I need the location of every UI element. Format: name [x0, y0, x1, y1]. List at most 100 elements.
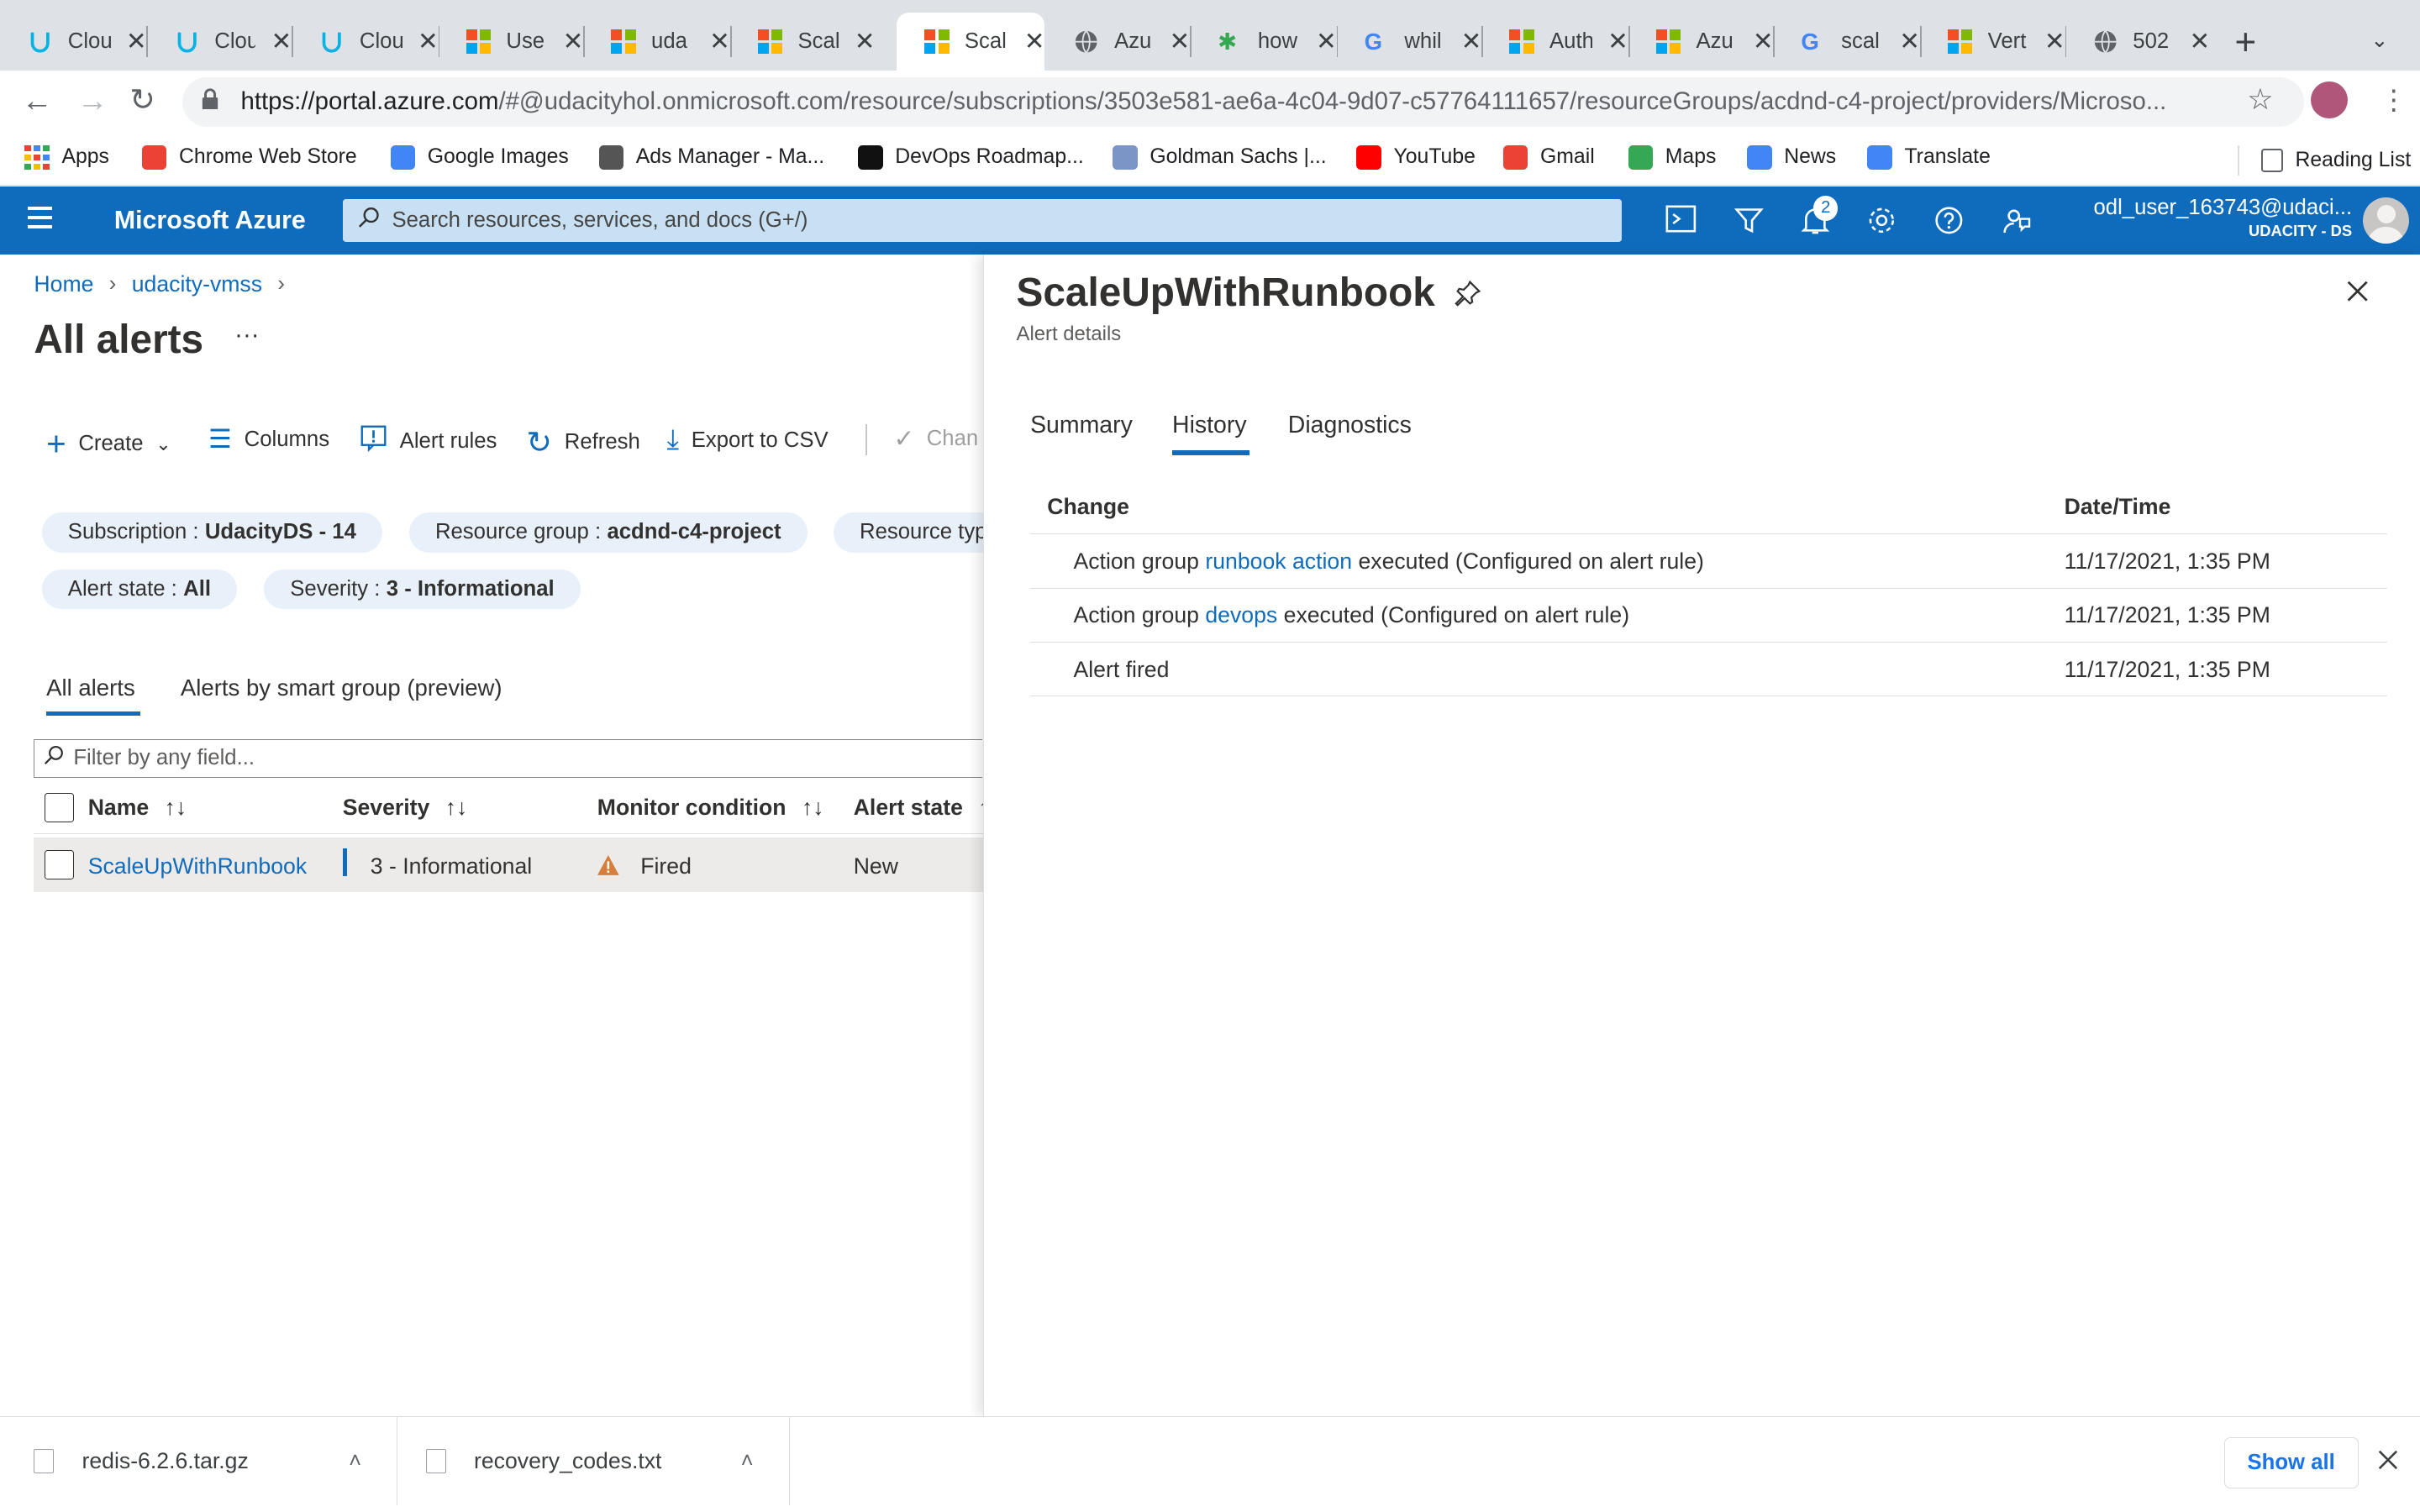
- address-bar[interactable]: https://portal.azure.com/#@udacityhol.on…: [182, 76, 2305, 127]
- profile-avatar[interactable]: [2310, 81, 2348, 119]
- breadcrumb-resource[interactable]: udacity-vmss: [132, 271, 262, 297]
- browser-tab[interactable]: Gwhil ✕: [1337, 13, 1482, 71]
- bookmark-item[interactable]: Ads Manager - Ma...: [598, 144, 824, 171]
- tab-history[interactable]: History: [1172, 412, 1247, 439]
- help-icon[interactable]: [1933, 205, 1965, 236]
- bookmark-item[interactable]: Maps: [1628, 144, 1716, 171]
- refresh-button[interactable]: ↻ Refresh: [526, 424, 639, 460]
- feedback-icon[interactable]: [2002, 205, 2033, 236]
- browser-tab[interactable]: Use ✕: [439, 13, 584, 71]
- close-tab-icon[interactable]: ✕: [1753, 27, 1774, 56]
- filter-pill-resource-group[interactable]: Resource group : acdnd-c4-project: [408, 512, 808, 553]
- filter-input[interactable]: Filter by any field...: [34, 738, 983, 778]
- columns-button[interactable]: ☰ Columns: [208, 424, 329, 454]
- bookmark-item[interactable]: DevOps Roadmap...: [858, 144, 1084, 171]
- bookmark-star-icon[interactable]: ☆: [2247, 83, 2273, 117]
- close-tab-icon[interactable]: ✕: [271, 27, 292, 56]
- browser-tab[interactable]: Vert ✕: [1920, 13, 2065, 71]
- alert-name-link[interactable]: ScaleUpWithRunbook: [88, 853, 307, 879]
- download-item[interactable]: redis-6.2.6.tar.gz ˄: [34, 1417, 398, 1505]
- export-csv-button[interactable]: ⤓ Export to CSV: [666, 424, 828, 456]
- reading-list[interactable]: Reading List: [2238, 144, 2411, 176]
- close-tab-icon[interactable]: ✕: [1024, 27, 1045, 56]
- close-tab-icon[interactable]: ✕: [1316, 27, 1337, 56]
- browser-tab[interactable]: 502 ✕: [2065, 13, 2211, 71]
- close-tab-icon[interactable]: ✕: [418, 27, 439, 56]
- close-tab-icon[interactable]: ✕: [1461, 27, 1482, 56]
- filter-pill-severity[interactable]: Severity :3 - Informational: [264, 569, 581, 610]
- browser-tab[interactable]: Auth ✕: [1481, 13, 1628, 71]
- chevron-up-icon[interactable]: ˄: [349, 1449, 361, 1473]
- close-tab-icon[interactable]: ✕: [2044, 27, 2065, 56]
- cloud-shell-icon[interactable]: [1665, 205, 1697, 236]
- bookmark-item[interactable]: YouTube: [1356, 144, 1476, 171]
- more-options-icon[interactable]: ···: [234, 321, 259, 349]
- close-downloads-icon[interactable]: [2378, 1448, 2398, 1477]
- bookmark-item[interactable]: News: [1747, 144, 1836, 171]
- bookmark-item[interactable]: Apps: [24, 144, 109, 171]
- close-tab-icon[interactable]: ✕: [709, 27, 730, 56]
- browser-tab[interactable]: Scal ✕: [897, 12, 1045, 71]
- column-header-monitor-condition[interactable]: Monitor condition ↑↓: [597, 795, 824, 821]
- back-icon[interactable]: ←: [22, 83, 53, 118]
- portal-menu-icon[interactable]: [28, 207, 53, 228]
- azure-brand[interactable]: Microsoft Azure: [114, 207, 306, 235]
- account-avatar-icon[interactable]: [2362, 197, 2410, 244]
- close-icon[interactable]: [2345, 279, 2370, 310]
- close-tab-icon[interactable]: ✕: [855, 27, 876, 56]
- show-all-button[interactable]: Show all: [2223, 1436, 2359, 1488]
- tab-summary[interactable]: Summary: [1030, 412, 1133, 439]
- tab-search-icon[interactable]: ⌄: [2370, 28, 2389, 53]
- browser-menu-icon[interactable]: ⋮: [2380, 83, 2407, 117]
- browser-tab[interactable]: Azu ✕: [1046, 13, 1190, 71]
- bookmark-item[interactable]: Gmail: [1502, 144, 1595, 171]
- pin-icon[interactable]: [1455, 279, 1482, 313]
- browser-tab[interactable]: Azu ✕: [1628, 13, 1774, 71]
- settings-gear-icon[interactable]: [1866, 205, 1897, 236]
- global-search-input[interactable]: Search resources, services, and docs (G+…: [342, 198, 1623, 243]
- filter-pill-subscription[interactable]: Subscription : UdacityDS - 14: [41, 512, 383, 553]
- table-row[interactable]: ScaleUpWithRunbook 3 - Informational Fir…: [34, 837, 983, 892]
- url-host: https://portal.azure.com: [240, 87, 499, 116]
- close-tab-icon[interactable]: ✕: [2190, 27, 2211, 56]
- reload-icon[interactable]: ↻: [129, 81, 155, 118]
- column-header-name[interactable]: Name ↑↓: [88, 795, 187, 821]
- browser-tab[interactable]: Clou ✕: [146, 13, 292, 71]
- browser-tab[interactable]: Scal ✕: [730, 13, 876, 71]
- chevron-up-icon[interactable]: ˄: [741, 1449, 754, 1473]
- change-state-button[interactable]: ✓ Chan: [893, 424, 978, 454]
- bookmark-item[interactable]: Goldman Sachs |...: [1113, 144, 1327, 171]
- tab-smart-group[interactable]: Alerts by smart group (preview): [181, 675, 502, 701]
- browser-tab[interactable]: uda ✕: [583, 13, 730, 71]
- directory-filter-icon[interactable]: [1733, 205, 1765, 236]
- column-header-severity[interactable]: Severity ↑↓: [343, 795, 468, 821]
- bookmark-item[interactable]: Translate: [1867, 144, 1991, 171]
- browser-tab[interactable]: Clou ✕: [0, 13, 146, 71]
- action-group-link[interactable]: devops: [1205, 602, 1277, 627]
- account-menu[interactable]: odl_user_163743@udaci... UDACITY - DS: [2094, 196, 2353, 240]
- new-tab-button[interactable]: +: [2235, 22, 2257, 64]
- close-tab-icon[interactable]: ✕: [563, 27, 584, 56]
- create-button[interactable]: + Create ⌄: [46, 424, 171, 464]
- tab-diagnostics[interactable]: Diagnostics: [1288, 412, 1412, 439]
- bookmark-item[interactable]: Google Images: [390, 144, 569, 171]
- google-icon: G: [1801, 28, 1819, 55]
- column-header-alert-state[interactable]: Alert state↑: [854, 795, 990, 821]
- close-tab-icon[interactable]: ✕: [1169, 27, 1190, 56]
- select-all-checkbox[interactable]: [45, 793, 75, 823]
- close-tab-icon[interactable]: ✕: [126, 27, 147, 56]
- action-group-link[interactable]: runbook action: [1205, 549, 1352, 574]
- alert-rules-button[interactable]: Alert rules: [360, 424, 497, 459]
- tab-all-alerts[interactable]: All alerts: [46, 675, 135, 701]
- browser-tab[interactable]: ✱ how ✕: [1190, 13, 1336, 71]
- download-item[interactable]: recovery_codes.txt ˄: [425, 1417, 790, 1505]
- browser-tab[interactable]: Clou ✕: [292, 13, 439, 71]
- breadcrumb-home[interactable]: Home: [34, 271, 93, 297]
- forward-icon[interactable]: →: [77, 83, 108, 118]
- close-tab-icon[interactable]: ✕: [1899, 27, 1920, 56]
- browser-tab[interactable]: Gscal ✕: [1773, 13, 1919, 71]
- row-checkbox[interactable]: [45, 850, 75, 880]
- bookmark-item[interactable]: Chrome Web Store: [141, 144, 357, 171]
- close-tab-icon[interactable]: ✕: [1607, 27, 1628, 56]
- filter-pill-alert-state[interactable]: Alert state : All: [41, 569, 238, 610]
